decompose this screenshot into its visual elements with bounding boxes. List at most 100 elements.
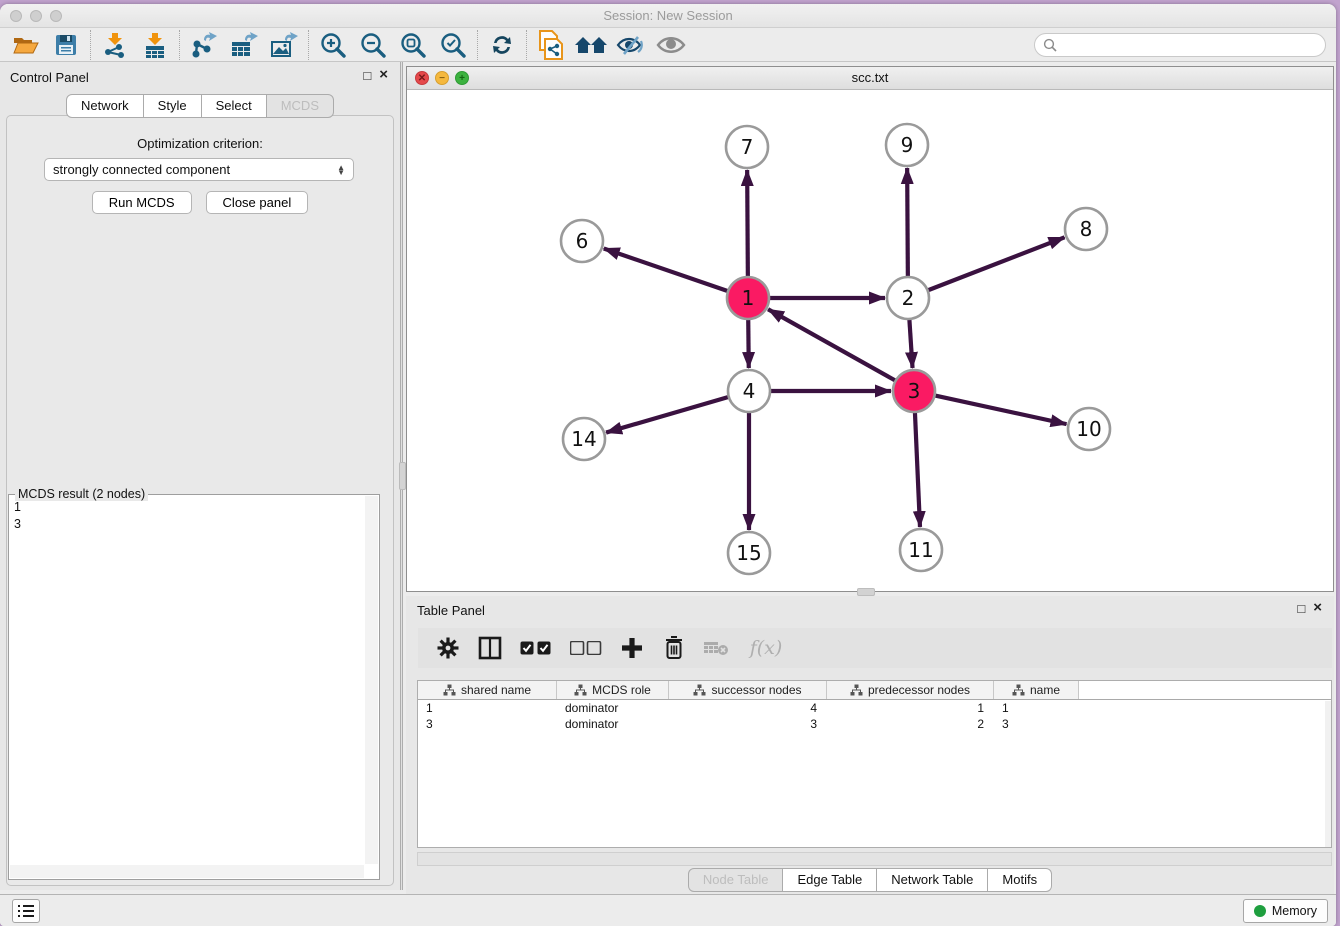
graph-node-9[interactable]: 9 — [886, 124, 928, 166]
search-field[interactable] — [1034, 33, 1326, 57]
toolbar-separator — [90, 30, 91, 60]
result-hscrollbar[interactable] — [10, 865, 364, 878]
table-row[interactable]: 3dominator323 — [418, 716, 1331, 732]
tab-network[interactable]: Network — [66, 94, 144, 118]
delete-column-button[interactable] — [660, 634, 688, 662]
result-vscrollbar[interactable] — [365, 496, 378, 864]
graph-node-1[interactable]: 1 — [727, 277, 769, 319]
zoom-selected-button[interactable] — [433, 30, 473, 60]
table-row[interactable]: 1dominator411 — [418, 700, 1331, 716]
graph-node-4[interactable]: 4 — [728, 370, 770, 412]
graph-node-10[interactable]: 10 — [1068, 408, 1110, 450]
import-table-button[interactable] — [135, 30, 175, 60]
clone-network-button[interactable] — [531, 30, 571, 60]
edge-3-10[interactable] — [931, 395, 1067, 425]
cell-predecessor-nodes[interactable]: 1 — [827, 701, 994, 715]
zoom-in-button[interactable] — [313, 30, 353, 60]
table-tab-motifs[interactable]: Motifs — [987, 868, 1052, 892]
cell-name[interactable]: 1 — [994, 701, 1079, 715]
edge-3-11[interactable] — [915, 408, 920, 527]
import-network-button[interactable] — [95, 30, 135, 60]
column-header-name[interactable]: name — [994, 681, 1079, 699]
table-tab-network-table[interactable]: Network Table — [876, 868, 988, 892]
cell-successor-nodes[interactable]: 3 — [669, 717, 827, 731]
mcds-result-list[interactable]: 1 3 — [14, 499, 363, 863]
edge-1-7[interactable] — [747, 170, 748, 281]
graph-node-8[interactable]: 8 — [1065, 208, 1107, 250]
cell-MCDS-role[interactable]: dominator — [557, 717, 669, 731]
select-all-columns-button[interactable] — [518, 634, 554, 662]
cell-shared-name[interactable]: 3 — [418, 717, 557, 731]
show-all-button[interactable] — [651, 30, 691, 60]
zoom-fit-button[interactable] — [393, 30, 433, 60]
edge-2-3[interactable] — [909, 315, 912, 368]
edge-4-14[interactable] — [606, 396, 733, 433]
graph-node-15[interactable]: 15 — [728, 532, 770, 574]
edge-2-8[interactable] — [924, 237, 1065, 292]
tab-style[interactable]: Style — [143, 94, 202, 118]
table-tabs: Node TableEdge TableNetwork TableMotifs — [406, 868, 1334, 892]
cell-successor-nodes[interactable]: 4 — [669, 701, 827, 715]
edge-2-9[interactable] — [907, 168, 908, 281]
svg-text:9: 9 — [901, 133, 914, 157]
table-settings-button[interactable] — [434, 634, 462, 662]
cell-shared-name[interactable]: 1 — [418, 701, 557, 715]
first-neighbors-button[interactable] — [571, 30, 611, 60]
delete-table-button[interactable] — [702, 634, 730, 662]
tab-select[interactable]: Select — [201, 94, 267, 118]
cell-MCDS-role[interactable]: dominator — [557, 701, 669, 715]
save-session-button[interactable] — [46, 30, 86, 60]
network-canvas[interactable]: 7 9 6 8 1 2 4 3 14 10 15 11 — [407, 90, 1333, 591]
table-tab-edge-table[interactable]: Edge Table — [782, 868, 877, 892]
column-header-MCDS-role[interactable]: MCDS role — [557, 681, 669, 699]
network-split-handle[interactable] — [857, 588, 875, 596]
svg-text:11: 11 — [908, 538, 933, 562]
table-vscrollbar[interactable] — [1325, 701, 1331, 847]
export-network-button[interactable] — [184, 30, 224, 60]
node-table: shared nameMCDS rolesuccessor nodesprede… — [417, 680, 1332, 848]
graph-node-11[interactable]: 11 — [900, 529, 942, 571]
search-input[interactable] — [1057, 38, 1325, 52]
cell-name[interactable]: 3 — [994, 717, 1079, 731]
graph-node-14[interactable]: 14 — [563, 418, 605, 460]
refresh-view-button[interactable] — [482, 30, 522, 60]
graph-node-3[interactable]: 3 — [893, 370, 935, 412]
sort-hierarchy-icon — [574, 684, 587, 696]
column-visibility-button[interactable] — [476, 634, 504, 662]
export-table-button[interactable] — [224, 30, 264, 60]
memory-button[interactable]: Memory — [1243, 899, 1328, 923]
run-mcds-button[interactable]: Run MCDS — [92, 191, 192, 214]
float-panel-icon[interactable]: □ — [363, 68, 371, 83]
graph-node-6[interactable]: 6 — [561, 220, 603, 262]
table-tab-node-table[interactable]: Node Table — [688, 868, 784, 892]
tab-mcds[interactable]: MCDS — [266, 94, 334, 118]
edge-1-6[interactable] — [604, 248, 732, 292]
add-column-button[interactable] — [618, 634, 646, 662]
deselect-all-columns-button[interactable] — [568, 634, 604, 662]
column-header-predecessor-nodes[interactable]: predecessor nodes — [827, 681, 994, 699]
task-history-button[interactable] — [12, 899, 40, 923]
zoom-out-button[interactable] — [353, 30, 393, 60]
column-header-successor-nodes[interactable]: successor nodes — [669, 681, 827, 699]
optimization-criterion-select[interactable]: strongly connected component ▲▼ — [44, 158, 354, 181]
function-builder-button[interactable]: f(x) — [744, 634, 788, 662]
close-panel-icon[interactable]: × — [379, 68, 388, 83]
table-hscrollbar[interactable] — [417, 852, 1332, 866]
close-panel-button[interactable]: Close panel — [206, 191, 309, 214]
close-table-panel-icon[interactable]: × — [1313, 601, 1322, 616]
edge-3-1[interactable] — [768, 309, 899, 382]
first-neighbors-icon — [574, 34, 608, 56]
cell-predecessor-nodes[interactable]: 2 — [827, 717, 994, 731]
divider-handle[interactable] — [399, 462, 406, 490]
control-panel: Control Panel □ × NetworkStyleSelectMCDS… — [0, 62, 400, 890]
network-titlebar[interactable]: ✕ − + scc.txt — [407, 67, 1333, 90]
export-image-button[interactable] — [264, 30, 304, 60]
graph-node-7[interactable]: 7 — [726, 126, 768, 168]
edge-1-4[interactable] — [748, 315, 749, 368]
open-file-button[interactable] — [6, 30, 46, 60]
float-table-panel-icon[interactable]: □ — [1297, 601, 1305, 616]
column-header-shared-name[interactable]: shared name — [418, 681, 557, 699]
graph-node-2[interactable]: 2 — [887, 277, 929, 319]
panel-split-divider[interactable] — [400, 62, 403, 890]
hide-selected-button[interactable] — [611, 30, 651, 60]
